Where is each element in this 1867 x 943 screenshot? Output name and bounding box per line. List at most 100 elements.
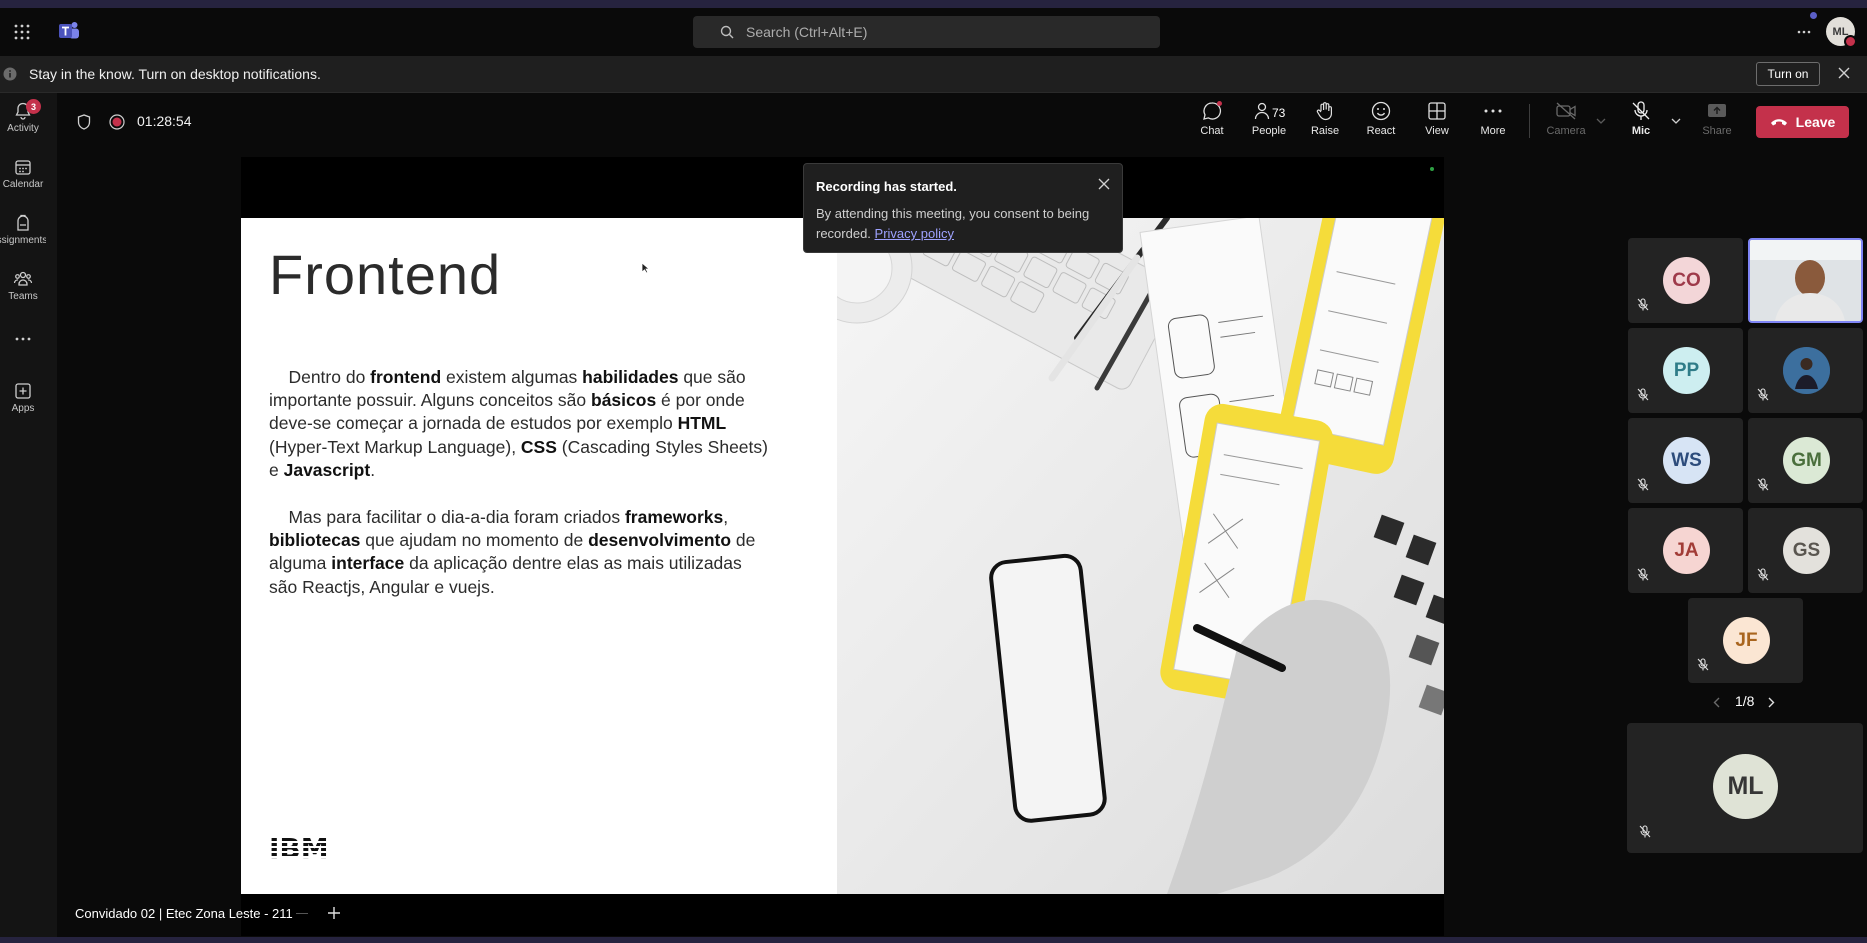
participant-avatar: GS bbox=[1783, 527, 1830, 574]
shield-icon[interactable] bbox=[77, 114, 91, 130]
mic-options-chevron-icon[interactable] bbox=[1671, 118, 1681, 124]
mic-button[interactable]: Mic bbox=[1612, 100, 1670, 137]
slide-photo-wireframe-sketch bbox=[837, 218, 1444, 894]
rail-item-assignments[interactable]: Assignments bbox=[0, 213, 46, 246]
mic-off-icon bbox=[1639, 825, 1651, 838]
share-button[interactable]: Share bbox=[1688, 100, 1746, 137]
rail-item-activity[interactable]: 3 Activity bbox=[0, 99, 46, 134]
slide-title: Frontend bbox=[269, 243, 502, 306]
slide-bold-term: desenvolvimento bbox=[588, 530, 732, 551]
rail-label-activity: Activity bbox=[7, 123, 39, 134]
ibm-logo: IBM bbox=[269, 833, 337, 861]
recording-started-toast: Recording has started. By attending this… bbox=[803, 163, 1123, 253]
zoom-out-icon[interactable] bbox=[296, 913, 308, 914]
view-label: View bbox=[1425, 125, 1449, 137]
grid-view-icon bbox=[1428, 102, 1446, 120]
participant-tile[interactable] bbox=[1748, 238, 1863, 323]
participant-avatar: WS bbox=[1663, 437, 1710, 484]
slide-text-run: existem algumas bbox=[441, 367, 583, 387]
slide-text-run: que ajudam no momento de bbox=[360, 530, 589, 551]
camera-button[interactable]: Camera bbox=[1537, 100, 1595, 137]
mic-off-icon bbox=[1637, 478, 1649, 491]
more-button[interactable]: More bbox=[1464, 100, 1522, 137]
rail-item-apps[interactable]: Apps bbox=[0, 381, 46, 414]
participant-tile[interactable]: WS bbox=[1628, 418, 1743, 503]
leave-label: Leave bbox=[1795, 114, 1836, 130]
chevron-left-icon[interactable] bbox=[1713, 697, 1720, 708]
close-icon[interactable] bbox=[1098, 178, 1110, 190]
slide-bold-term: Javascript bbox=[283, 459, 371, 480]
app-launcher-icon[interactable] bbox=[14, 24, 30, 40]
gallery-page-indicator: 1/8 bbox=[1735, 693, 1755, 709]
participant-photo-avatar bbox=[1783, 347, 1830, 394]
activity-badge: 3 bbox=[26, 99, 41, 114]
chat-label: Chat bbox=[1200, 125, 1224, 137]
people-label: People bbox=[1251, 125, 1287, 137]
user-avatar[interactable]: ML bbox=[1826, 17, 1857, 48]
shared-slide: Frontend Dentro do frontend existem algu… bbox=[241, 218, 1444, 894]
participant-tile[interactable]: JF bbox=[1688, 598, 1803, 683]
presenter-name-label: Convidado 02 | Etec Zona Leste - 211 bbox=[75, 906, 293, 921]
rail-label-teams: Teams bbox=[8, 291, 38, 302]
rail-item-teams[interactable]: Teams bbox=[0, 269, 46, 302]
react-button[interactable]: React bbox=[1352, 100, 1410, 137]
participant-tile[interactable]: CO bbox=[1628, 238, 1743, 323]
close-icon[interactable] bbox=[1838, 67, 1850, 79]
mic-off-icon bbox=[1757, 388, 1769, 401]
people-count: 73 bbox=[1272, 106, 1286, 120]
slide-text-run: Mas para facilitar o dia-a-dia foram cri… bbox=[269, 507, 625, 527]
turn-on-notifications-button[interactable]: Turn on bbox=[1756, 62, 1820, 86]
search-input[interactable]: Search (Ctrl+Alt+E) bbox=[693, 16, 1160, 48]
participant-tile[interactable]: GM bbox=[1748, 418, 1863, 503]
camera-off-icon bbox=[1556, 102, 1576, 120]
smiley-icon bbox=[1371, 101, 1391, 121]
people-button[interactable]: 73 People bbox=[1240, 100, 1298, 137]
slide-text-run: . bbox=[370, 459, 376, 480]
meeting-timer: 01:28:54 bbox=[137, 113, 192, 129]
participant-tile[interactable]: PP bbox=[1628, 328, 1743, 413]
notification-text: Stay in the know. Turn on desktop notifi… bbox=[29, 66, 321, 82]
participant-tile[interactable]: JA bbox=[1628, 508, 1743, 593]
rail-label-calendar: Calendar bbox=[2, 179, 44, 190]
leave-button[interactable]: Leave bbox=[1756, 106, 1849, 138]
chat-button[interactable]: Chat bbox=[1183, 100, 1241, 137]
settings-more-icon[interactable] bbox=[1797, 30, 1811, 34]
participant-avatar: PP bbox=[1663, 347, 1710, 394]
participant-avatar: JF bbox=[1723, 617, 1770, 664]
search-icon bbox=[720, 25, 734, 39]
more-label: More bbox=[1480, 125, 1506, 137]
slide-bold-term: habilidades bbox=[582, 367, 679, 387]
raise-hand-button[interactable]: Raise bbox=[1296, 100, 1354, 137]
teams-logo-icon bbox=[58, 21, 80, 41]
apps-add-icon bbox=[15, 383, 31, 399]
slide-bold-term: HTML bbox=[677, 413, 727, 434]
mic-label: Mic bbox=[1631, 125, 1651, 137]
view-button[interactable]: View bbox=[1408, 100, 1466, 137]
rail-label-assignments: Assignments bbox=[0, 235, 46, 246]
participant-tile[interactable] bbox=[1748, 328, 1863, 413]
privacy-policy-link[interactable]: Privacy policy bbox=[875, 226, 954, 241]
slide-bold-term: bibliotecas bbox=[269, 530, 361, 551]
slide-bold-term: CSS bbox=[520, 436, 557, 457]
presence-status-icon bbox=[1844, 35, 1857, 48]
zoom-in-icon[interactable] bbox=[327, 906, 341, 920]
recording-toast-title: Recording has started. bbox=[816, 179, 957, 194]
slide-text-run: Dentro do bbox=[269, 367, 371, 387]
chevron-right-icon[interactable] bbox=[1768, 697, 1775, 708]
mouse-pointer-icon bbox=[641, 262, 650, 274]
participant-tile[interactable]: GS bbox=[1748, 508, 1863, 593]
hang-up-icon bbox=[1770, 119, 1787, 126]
rail-item-calendar[interactable]: Calendar bbox=[0, 157, 46, 190]
camera-options-chevron-icon[interactable] bbox=[1596, 118, 1606, 124]
self-video-tile[interactable]: ML bbox=[1627, 723, 1863, 853]
camera-label: Camera bbox=[1546, 125, 1586, 137]
share-label: Share bbox=[1702, 125, 1732, 137]
mic-off-icon bbox=[1632, 101, 1650, 120]
chat-icon bbox=[1203, 101, 1222, 120]
rail-more-apps-icon[interactable] bbox=[0, 337, 46, 341]
recording-toast-body: By attending this meeting, you consent t… bbox=[816, 204, 1096, 244]
participant-avatar: CO bbox=[1663, 257, 1710, 304]
slide-text-run: (Hyper-Text Markup Language), bbox=[269, 436, 521, 457]
recording-icon bbox=[109, 114, 125, 130]
mic-off-icon bbox=[1637, 568, 1649, 581]
